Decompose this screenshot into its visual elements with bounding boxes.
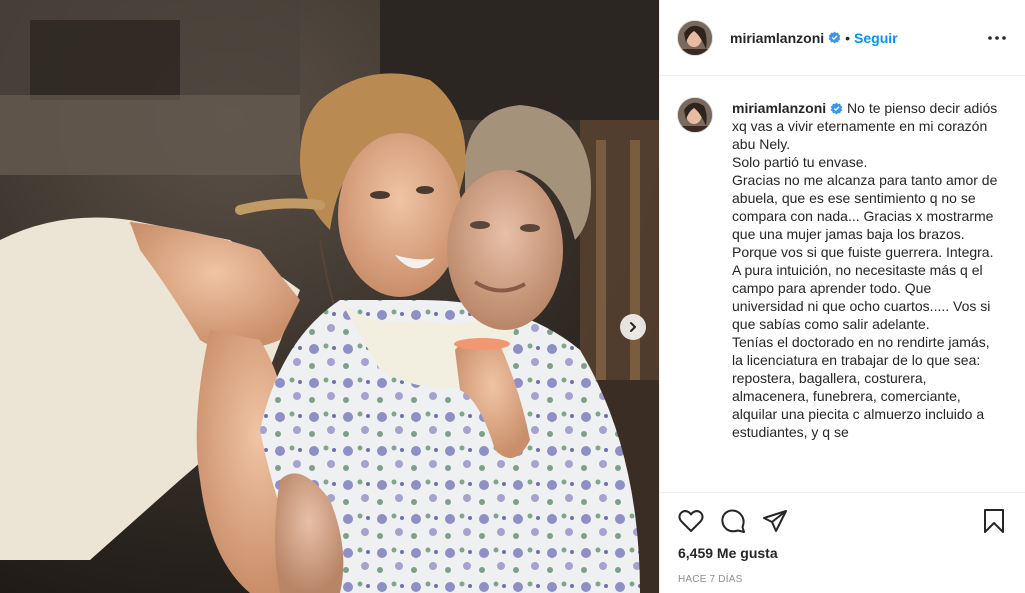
verified-badge-icon [828,31,841,44]
action-bar [660,493,1025,549]
caption-text-block: miriamlanzoni No te pienso decir adiós x… [732,99,1000,441]
caption-text: No te pienso decir adiós xq vas a vivir … [732,100,998,440]
caption-comment: miriamlanzoni No te pienso decir adiós x… [677,97,1009,441]
more-options-icon[interactable] [985,26,1009,50]
caption-avatar[interactable] [677,97,713,133]
comments-section[interactable]: miriamlanzoni No te pienso decir adiós x… [660,77,1025,492]
next-photo-button[interactable] [620,314,646,340]
post-details-pane: miriamlanzoni • Seguir miriamlanzoni No … [659,0,1025,593]
separator-dot: • [845,29,851,46]
follow-button[interactable]: Seguir [854,30,898,46]
avatar[interactable] [677,19,713,56]
post-header: miriamlanzoni • Seguir [660,0,1025,76]
post-photo[interactable] [0,0,659,593]
photo-image [0,0,659,593]
share-icon[interactable] [760,506,790,536]
caption-username-link[interactable]: miriamlanzoni [732,100,826,116]
comment-icon[interactable] [718,506,748,536]
actions-area: 6,459 Me gusta Hace 7 días [660,492,1025,593]
post-timestamp[interactable]: Hace 7 días [660,574,1025,585]
bookmark-icon[interactable] [979,506,1009,536]
chevron-right-icon [627,321,639,333]
verified-badge-icon [830,101,843,115]
username-link[interactable]: miriamlanzoni [730,30,824,46]
like-count[interactable]: 6,459 Me gusta [660,545,1025,561]
heart-icon[interactable] [676,506,706,536]
